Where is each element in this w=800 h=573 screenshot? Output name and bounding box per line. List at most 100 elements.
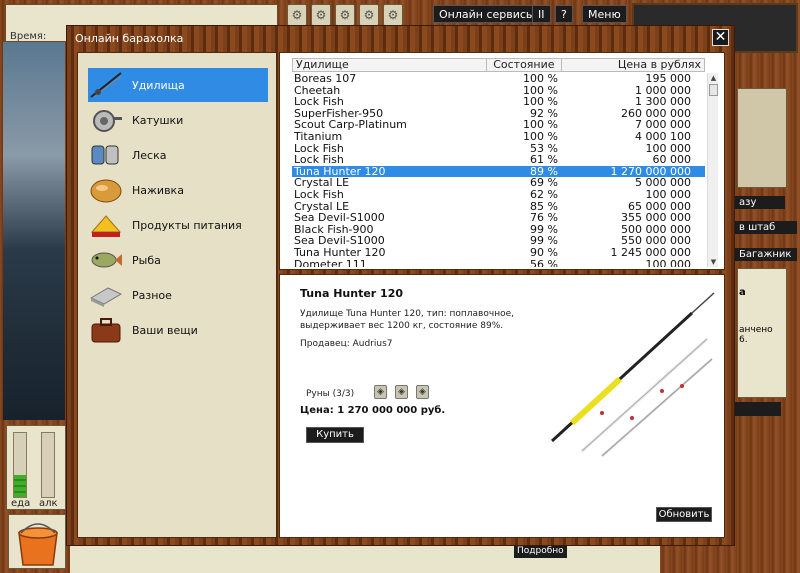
table-header: Удилище Состояние Цена в рублях [292,58,705,72]
rod-name-cell: Boreas 107 [294,73,357,85]
category-label: Удилища [132,78,185,92]
category-bait[interactable]: Наживка [88,173,268,207]
column-header-price[interactable]: Цена в рублях [562,59,704,71]
state-cell: 100 % [523,73,558,85]
fishing-rod-image [550,292,715,457]
category-fish[interactable]: Рыба [88,243,268,277]
table-rows: Boreas 107 100 % 195 000 Cheetah 100 % 1 000 … [292,73,705,267]
state-cell: 90 % [530,245,558,259]
side-button-3[interactable]: Багажник [735,248,797,261]
price-cell: 100 000 [645,257,692,267]
item-price: Цена: 1 270 000 000 руб. [300,405,446,416]
category-misc[interactable]: Разное [88,278,268,312]
category-reels[interactable]: Катушки [88,103,268,137]
details-button[interactable]: Подробно [514,544,567,558]
food-icon [88,210,124,240]
rod-name-cell: Dometer 111 [294,257,367,267]
fishing-rod-icon [88,70,124,100]
price-cell: 195 000 [645,73,692,85]
food-gauge-fill [14,474,26,497]
category-label: Разное [132,288,172,302]
slot-reel-icon[interactable]: ⚙ [359,4,379,26]
lake-scene [3,42,65,420]
online-services-button[interactable]: Онлайн сервисы [433,5,541,23]
price-cell: 4 000 100 [635,129,691,143]
category-label: Наживка [132,183,184,197]
table-row[interactable]: Dometer 111 56 % 100 000 [292,257,705,267]
slot-reel-icon[interactable]: ⚙ [383,4,403,26]
alcohol-label: алк [39,498,58,509]
state-cell: 62 % [530,187,558,201]
table-row[interactable]: Lock Fish 62 % 100 000 [292,189,705,201]
listing-table: Удилище Состояние Цена в рублях Boreas 1… [279,52,725,270]
rune-icon[interactable]: ◈ [416,385,429,399]
slot-reel-icon[interactable]: ⚙ [287,4,307,26]
table-row[interactable]: Crystal LE 69 % 5 000 000 [292,177,705,189]
category-label: Леска [132,148,167,162]
tackle-slots: ⚙ ⚙ ⚙ ⚙ ⚙ [287,4,403,26]
table-row[interactable]: Lock Fish 53 % 100 000 [292,142,705,155]
category-food[interactable]: Продукты питания [88,208,268,242]
side-text-1: а [739,287,746,298]
side-text-3: 6. [739,335,748,345]
side-button-1[interactable]: азу [735,196,785,209]
slot-reel-icon[interactable]: ⚙ [335,4,355,26]
table-row[interactable]: Sea Devil-S1000 76 % 355 000 000 [292,212,705,224]
table-row[interactable]: Boreas 107 100 % 195 000 [292,73,705,85]
map-thumbnail[interactable] [737,88,787,188]
slot-reel-icon[interactable]: ⚙ [311,4,331,26]
buy-button[interactable]: Купить [306,427,364,443]
bucket-icon[interactable] [8,514,66,569]
alcohol-gauge [41,432,55,498]
side-info-box: а анчено 6. [737,268,787,398]
briefcase-icon [88,315,124,345]
item-description: Удилище Tuna Hunter 120, тип: поплавочно… [300,309,514,331]
rod-name-cell: Lock Fish [294,153,344,167]
table-row[interactable]: Lock Fish 61 % 60 000 [292,154,705,166]
time-label: Время: [10,31,47,42]
window-title: Онлайн барахолка [75,32,184,45]
pause-button[interactable]: II [532,5,551,23]
side-button-2[interactable]: в штаб [735,221,797,234]
column-header-state[interactable]: Состояние [487,59,562,71]
fish-icon [88,245,124,275]
rune-icon[interactable]: ◈ [395,385,408,399]
help-button[interactable]: ? [555,5,573,23]
rod-name-cell: Lock Fish [294,187,344,201]
category-line[interactable]: Леска [88,138,268,172]
category-panel: Удилища Катушки Леска Наживка Продукты п… [77,52,277,538]
item-runes: Руны (3/3) [306,389,355,399]
column-header-rod[interactable]: Удилище [293,59,488,71]
price-cell: 100 000 [645,187,692,201]
category-rods[interactable]: Удилища [88,68,268,102]
table-row[interactable]: Titanium 100 % 4 000 100 [292,131,705,143]
table-row[interactable]: Tuna Hunter 120 90 % 1 245 000 000 [292,247,705,259]
price-cell: 60 000 [652,153,692,167]
category-your-items[interactable]: Ваши вещи [88,313,268,347]
food-label: еда [11,498,31,509]
refresh-button[interactable]: Обновить [656,507,712,522]
reel-icon [88,105,124,135]
scroll-down-icon[interactable]: ▼ [708,257,719,267]
category-label: Катушки [132,113,184,127]
rod-name-cell: Tuna Hunter 120 [294,245,386,259]
close-icon[interactable]: ✕ [712,29,729,46]
category-label: Продукты питания [132,218,242,232]
scroll-thumb[interactable] [709,84,718,96]
bait-icon [88,175,124,205]
needs-gauges: еда алк [6,425,66,510]
item-detail-panel: Tuna Hunter 120 Удилище Tuna Hunter 120,… [279,274,725,538]
side-text-2: анчено [739,325,773,335]
state-cell: 61 % [530,153,558,167]
rod-name-cell: Titanium [294,129,343,143]
state-cell: 76 % [530,211,558,225]
rune-icon[interactable]: ◈ [374,385,387,399]
category-label: Рыба [132,253,161,267]
scroll-up-icon[interactable]: ▲ [708,73,719,83]
menu-button[interactable]: Меню [582,5,627,23]
item-title: Tuna Hunter 120 [300,287,404,300]
rod-name-cell: Sea Devil-S1000 [294,211,385,225]
state-cell: 100 % [523,129,558,143]
side-button-4[interactable] [735,402,781,416]
scrollbar[interactable]: ▲ ▼ [707,73,718,267]
